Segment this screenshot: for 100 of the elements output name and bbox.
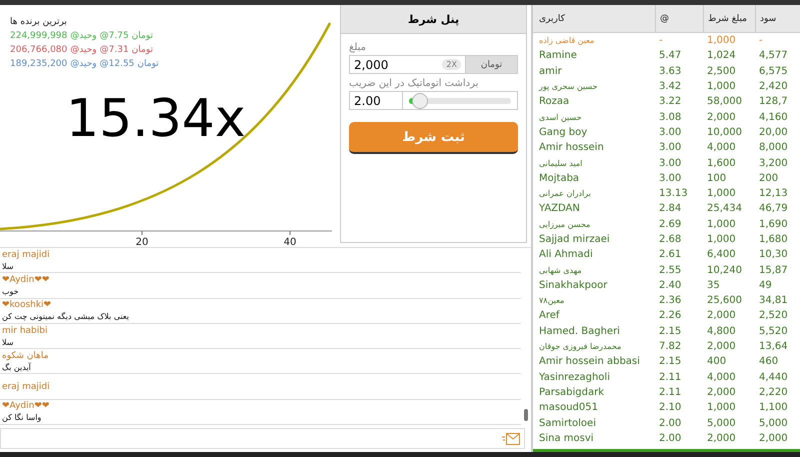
- multiplier-cell-text: 2.10: [658, 402, 682, 414]
- bet-cell-text: 2,000: [706, 386, 737, 398]
- column-header: مبلغ شرط: [703, 5, 755, 32]
- bet-cell-text: 4,000: [706, 142, 737, 154]
- chat-message: سلا: [2, 260, 14, 272]
- chat-username: ❤Aydin❤❤: [2, 400, 50, 412]
- bet-cell-text: 2,000: [706, 112, 737, 123]
- axis-tick-label: 20: [136, 237, 148, 245]
- user-cell-text: برادران عمرانی: [538, 189, 592, 198]
- chat-message: خوب: [2, 286, 20, 297]
- profit-cell-text: 10,30: [758, 249, 789, 260]
- user-cell-text: Mojtaba: [538, 172, 580, 184]
- multiplier-cell-text: 2.15: [658, 356, 682, 368]
- multiplier-cell-text: 2.61: [658, 249, 682, 260]
- chat-username: eraj majidi: [2, 248, 51, 261]
- profit-cell-text: 5,000: [758, 418, 789, 429]
- multiplier-cell-text: 2.55: [658, 264, 682, 276]
- chat-username: ماهان شکوه: [2, 350, 50, 362]
- multiplier-cell-text: 2.11: [658, 386, 682, 398]
- profit-cell-text: 4,577: [758, 50, 789, 62]
- bet-cell-text: 400: [706, 356, 728, 368]
- user-cell-text: Aref: [538, 310, 561, 322]
- top-winners-title: برترین برنده ها: [10, 16, 68, 29]
- bet-cell-text: 2,000: [706, 341, 737, 352]
- user-cell-text: Hamed. Bagheri: [538, 326, 621, 337]
- panel-header: پنل شرط: [341, 5, 526, 34]
- column-header: سود: [755, 5, 795, 32]
- chat-username: eraj majidi: [2, 380, 51, 393]
- multiplier-cell-text: 2.68: [658, 234, 682, 245]
- multiplier-cell-text: 3.08: [658, 112, 682, 123]
- bet-cell-text: 2,000: [706, 310, 737, 322]
- bet-cell-text: 1,024: [706, 50, 737, 62]
- bet-cell-text: 6,400: [706, 249, 737, 260]
- bet-cell-text: 5,000: [706, 418, 737, 429]
- user-cell-text: محمدرضا فیروزی جوقان: [538, 342, 622, 352]
- bet-cell-text: 100: [706, 172, 728, 184]
- bet-cell-text: 4,000: [706, 372, 737, 383]
- bet-cell-text: 25,600: [706, 295, 743, 306]
- winner-currency: تومان: [132, 30, 153, 43]
- auto-cashout-field[interactable]: 2.00: [349, 91, 403, 110]
- multiplier-cell-text: 2.69: [658, 218, 682, 230]
- amount-field[interactable]: 2,000 2X: [349, 55, 466, 74]
- winner-multiplier: @7.31: [100, 44, 129, 57]
- user-cell-text: Yasinrezagholi: [538, 372, 611, 383]
- chat-message: یعنی بلاک میشی دیگه نمیتونی چت کن: [2, 311, 130, 322]
- column-header: کاربری: [538, 14, 566, 24]
- user-cell-text: Sajjad mirzaei: [538, 234, 611, 245]
- chat-input-field[interactable]: [0, 428, 525, 449]
- winner-amount: 206,766,080: [10, 44, 68, 57]
- user-cell-text: حسین اسدی: [538, 112, 583, 122]
- user-cell-text: حسین سحری پور: [538, 82, 598, 92]
- auto-cashout-label: برداشت اتوماتیک در این ضریب: [349, 78, 480, 89]
- chat-username: mir habibi: [2, 324, 48, 337]
- user-cell-text: Samirtoloei: [538, 418, 597, 429]
- user-cell-text: Amir hossein: [538, 142, 605, 154]
- user-cell-text: امید سلیمانی: [538, 158, 584, 168]
- profit-cell-text: 8,000: [758, 142, 789, 154]
- user-cell-text: Sina mosvi: [538, 432, 595, 444]
- axis-tick-label: 40: [284, 237, 296, 245]
- column-header: @: [655, 5, 703, 32]
- user-cell-text: Parsabigdark: [538, 386, 606, 398]
- cashout-slider[interactable]: [403, 91, 518, 110]
- winner-amount: 189,235,200: [10, 58, 68, 71]
- user-cell-text: مهدی شهابی: [538, 266, 583, 275]
- user-cell-text: محسن میرزایی: [538, 220, 592, 229]
- user-cell-text: Rozaa: [538, 96, 570, 108]
- chat-message: واسا نگا کن: [2, 412, 42, 424]
- bet-cell-text: 10,240: [706, 264, 743, 276]
- bet-cell-text: 1,600: [706, 158, 737, 169]
- profit-cell-text: 6,575: [758, 66, 789, 77]
- multiplier-cell-text: 3.00: [658, 126, 682, 138]
- double-button[interactable]: 2X: [442, 59, 461, 70]
- scrollbar-thumb[interactable]: [524, 409, 528, 421]
- send-envelope-icon[interactable]: [502, 432, 520, 444]
- amount-label: مبلغ: [349, 42, 368, 53]
- currency-button[interactable]: تومان: [466, 55, 518, 74]
- multiplier-cell-text: 2.84: [658, 203, 682, 214]
- user-cell-text: Gang boy: [538, 126, 588, 138]
- chat-username: ❤Aydin❤❤: [2, 274, 50, 286]
- profit-cell-text: 13,64: [758, 341, 789, 352]
- winner-user: @وحید: [70, 44, 97, 57]
- profit-cell-text: 200: [758, 172, 780, 184]
- bet-cell-text: 2,500: [706, 66, 737, 77]
- profit-cell-text: 1,100: [758, 402, 789, 414]
- user-cell-text: amir: [538, 66, 563, 77]
- bet-cell-text: 10,000: [706, 126, 743, 138]
- multiplier-cell-text: 2.36: [658, 295, 682, 306]
- multiplier-cell-text: 3.00: [658, 142, 682, 154]
- user-cell-text: YAZDAN: [538, 203, 581, 214]
- bet-cell-text: 2,000: [706, 432, 737, 444]
- profit-cell-text: 49: [758, 280, 773, 291]
- profit-cell-text: 15,87: [758, 264, 789, 276]
- chat-message: سلا: [2, 336, 14, 348]
- multiplier-cell-text: 7.82: [658, 341, 682, 352]
- bet-cell-text: 1,000: [706, 218, 737, 230]
- winner-currency: تومان: [132, 44, 153, 57]
- multiplier-cell-text: 2.15: [658, 326, 682, 337]
- profit-cell-text: 34,81: [758, 295, 789, 306]
- user-cell-text: Ali Ahmadi: [538, 249, 594, 260]
- profit-cell-text: 2,420: [758, 81, 789, 92]
